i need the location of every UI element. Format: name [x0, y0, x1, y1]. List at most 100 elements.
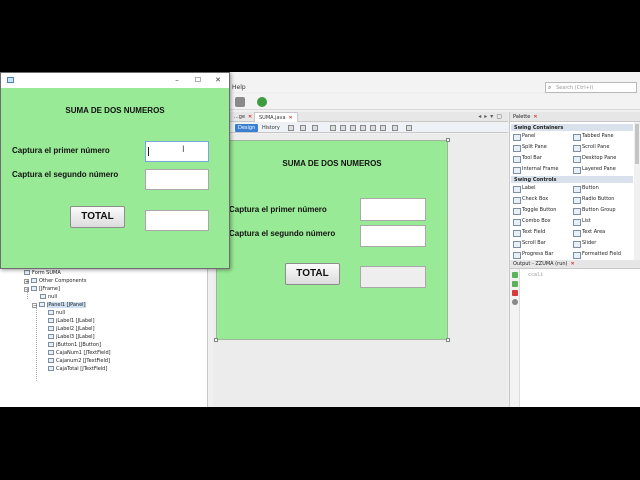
palette-item[interactable]: Formatted Field	[573, 251, 621, 259]
palette-item[interactable]: Button	[573, 185, 599, 193]
palette-item[interactable]: Slider	[573, 240, 596, 248]
tree-node[interactable]: null	[48, 309, 65, 317]
tab-history[interactable]: History	[259, 124, 283, 132]
close-icon[interactable]: ✕	[533, 114, 537, 120]
close-icon[interactable]: ✕	[248, 114, 252, 120]
label-icon	[48, 318, 54, 323]
settings-icon[interactable]	[512, 299, 518, 305]
palette-item[interactable]: Layered Pane	[573, 166, 616, 174]
palette-item[interactable]: Progress Bar	[513, 251, 553, 259]
layout-icon	[40, 294, 46, 299]
palette-item[interactable]: Toggle Button	[513, 207, 556, 215]
palette-item[interactable]: Radio Button	[573, 196, 614, 204]
palette-item[interactable]: Check Box	[513, 196, 548, 204]
palette-section-controls[interactable]: Swing Controls	[511, 176, 633, 183]
search-icon: ⌕	[548, 84, 552, 91]
build-icon[interactable]	[235, 97, 245, 107]
textfield-icon	[48, 358, 54, 363]
palette-item[interactable]: Scroll Pane	[573, 144, 609, 152]
tree-node[interactable]: + Other Components	[24, 277, 86, 285]
resize-handle[interactable]	[214, 338, 218, 342]
editor-tab-bar: ...ge ✕ SUMA.java ✕ ◂▸▾▢	[230, 112, 508, 122]
run-icon[interactable]	[257, 97, 267, 107]
rerun-icon[interactable]	[512, 272, 518, 278]
resize-handle[interactable]	[446, 338, 450, 342]
palette-item[interactable]: List	[573, 218, 591, 226]
palette-section-containers[interactable]: Swing Containers	[511, 124, 633, 131]
rerun-options-icon[interactable]	[512, 281, 518, 287]
form-field-second-number[interactable]	[360, 225, 426, 247]
palette-item[interactable]: Scroll Bar	[513, 240, 546, 248]
close-button[interactable]: ✕	[207, 75, 229, 85]
palette-item[interactable]: Split Pane	[513, 144, 547, 152]
form-title-label: SUMA DE DOS NUMEROS	[282, 159, 382, 168]
align-bottom-icon[interactable]	[370, 125, 376, 131]
collapse-icon[interactable]: −	[24, 287, 29, 293]
tree-node[interactable]: jLabel1 [JLabel]	[48, 317, 95, 325]
align-top-icon[interactable]	[360, 125, 366, 131]
palette-item[interactable]: Label	[513, 185, 536, 193]
menu-help[interactable]: Help	[232, 84, 246, 91]
form-field-total[interactable]	[360, 266, 426, 288]
align-left-icon[interactable]	[330, 125, 336, 131]
label-icon	[48, 334, 54, 339]
scrollbar-thumb[interactable]	[635, 124, 639, 164]
app-titlebar[interactable]: – ☐ ✕	[1, 73, 229, 88]
ide-search-input[interactable]: ⌕ Search (Ctrl+I)	[545, 82, 637, 93]
tree-node[interactable]: jButton1 [JButton]	[48, 341, 101, 349]
close-icon[interactable]: ✕	[570, 261, 574, 267]
palette-item[interactable]: Text Area	[573, 229, 605, 237]
tab-previous[interactable]: ...ge ✕	[230, 112, 256, 122]
palette-item[interactable]: Text Field	[513, 229, 545, 237]
close-icon[interactable]: ✕	[289, 115, 293, 121]
form-total-button[interactable]: TOTAL	[285, 263, 340, 285]
minimize-button[interactable]: –	[166, 75, 188, 85]
palette-item[interactable]: Tool Bar	[513, 155, 542, 163]
tree-node[interactable]: null	[40, 293, 57, 301]
expand-icon[interactable]: +	[24, 279, 29, 285]
tab-design[interactable]: Design	[235, 124, 259, 132]
selection-mode-icon[interactable]	[288, 125, 294, 131]
panel-icon	[39, 302, 45, 307]
align-middle-icon[interactable]	[380, 125, 386, 131]
palette-scrollbar[interactable]	[634, 122, 640, 260]
preview-icon[interactable]	[312, 125, 318, 131]
collapse-icon[interactable]: −	[32, 303, 37, 309]
palette-item[interactable]: Internal Frame	[513, 166, 558, 174]
maximize-button[interactable]: ☐	[187, 75, 209, 85]
palette-item[interactable]: Panel	[513, 133, 536, 141]
layout-icon	[48, 310, 54, 315]
palette-item[interactable]: Tabbed Pane	[573, 133, 614, 141]
resize-vertical-icon[interactable]	[406, 125, 412, 131]
tree-node[interactable]: CajaTotal [JTextField]	[48, 365, 107, 373]
connection-mode-icon[interactable]	[300, 125, 306, 131]
form-field-first-number[interactable]	[360, 198, 426, 221]
align-right-icon[interactable]	[340, 125, 346, 131]
tree-node[interactable]: Form SUMA	[24, 269, 61, 277]
palette-item[interactable]: Button Group	[573, 207, 616, 215]
tree-node[interactable]: − [JFrame]	[24, 285, 60, 293]
tab-suma-java[interactable]: SUMA.java ✕	[254, 112, 298, 122]
app-window[interactable]: – ☐ ✕ SUMA DE DOS NUMEROS Captura el pri…	[0, 72, 230, 269]
palette-panel: Palette ✕ Swing Containers Panel Tabbed P…	[509, 112, 640, 260]
tab-scroll-controls[interactable]: ◂▸▾▢	[478, 113, 505, 120]
app-field-second-number[interactable]	[145, 169, 209, 190]
app-total-button[interactable]: TOTAL	[70, 206, 125, 228]
search-placeholder: Search (Ctrl+I)	[556, 85, 594, 91]
desktop-screen: Help ⌕ Search (Ctrl+I) ...ge ✕ SUMA.java ✕…	[0, 72, 640, 407]
design-form-panel[interactable]: SUMA DE DOS NUMEROS Captura el primer nú…	[216, 140, 448, 340]
app-field-first-number[interactable]: I	[145, 141, 209, 162]
tree-node[interactable]: − jPanel1 [JPanel]	[32, 301, 86, 309]
resize-horizontal-icon[interactable]	[392, 125, 398, 131]
stop-icon[interactable]	[512, 290, 518, 296]
tree-node[interactable]: jLabel3 [JLabel]	[48, 333, 95, 341]
palette-item[interactable]: Desktop Pane	[573, 155, 616, 163]
palette-item[interactable]: Combo Box	[513, 218, 551, 226]
app-field-total[interactable]	[145, 210, 209, 231]
tree-node[interactable]: Cajanum2 [JTextField]	[48, 357, 110, 365]
resize-handle[interactable]	[446, 138, 450, 142]
align-center-icon[interactable]	[350, 125, 356, 131]
app-label-second-number: Captura el segundo número	[12, 170, 119, 179]
tree-node[interactable]: CajaNum1 [JTextField]	[48, 349, 111, 357]
tree-node[interactable]: jLabel2 [JLabel]	[48, 325, 95, 333]
